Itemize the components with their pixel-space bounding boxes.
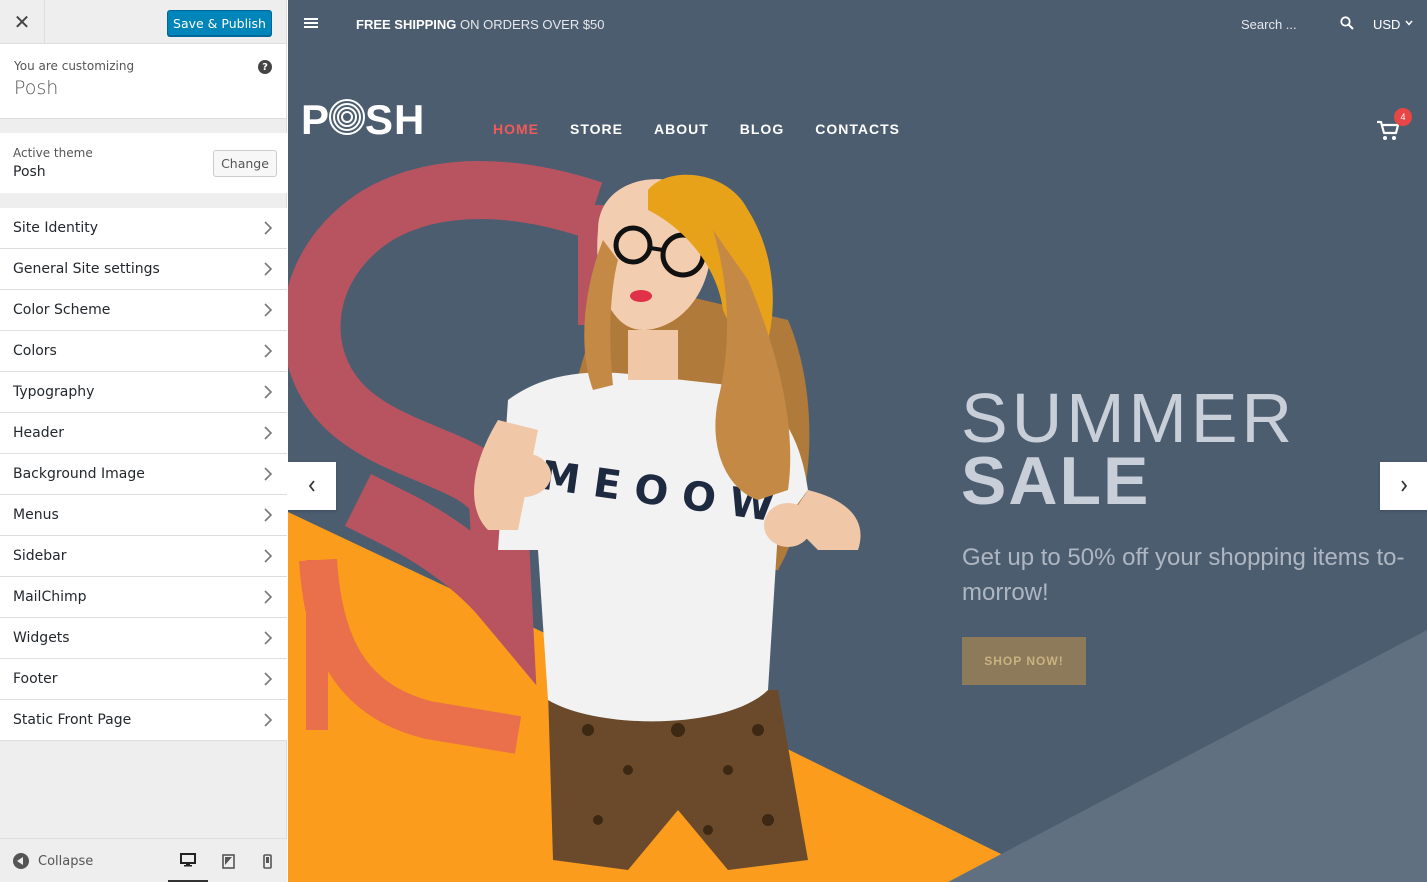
menu-item-label: Widgets [13, 630, 70, 646]
menu-item-typography[interactable]: Typography [0, 372, 287, 413]
tablet-icon [221, 853, 235, 869]
slider-prev-button[interactable] [288, 462, 336, 510]
svg-text:SH: SH [365, 96, 425, 140]
menu-item-label: Color Scheme [13, 302, 111, 318]
customizer-sidebar: ✕ Save & Publish You are customizing Pos… [0, 0, 287, 882]
customizer-menu: Site Identity General Site settings Colo… [0, 208, 287, 741]
chevron-right-icon [264, 221, 273, 235]
menu-item-label: Menus [13, 507, 59, 523]
active-theme-panel: Active theme Posh Change [0, 133, 287, 193]
collapse-label: Collapse [38, 853, 94, 869]
menu-item-color-scheme[interactable]: Color Scheme [0, 290, 287, 331]
nav-contacts[interactable]: CONTACTS [815, 121, 900, 137]
main-nav: HOME STORE ABOUT BLOG CONTACTS [493, 121, 931, 137]
nav-home[interactable]: HOME [493, 121, 539, 137]
customizer-header: ✕ Save & Publish [0, 0, 286, 44]
hero-subtitle: Get up to 50% off your shopping items to… [962, 544, 1405, 606]
shipping-rest: ON ORDERS OVER $50 [456, 17, 605, 32]
nav-store[interactable]: STORE [570, 121, 623, 137]
change-theme-button[interactable]: Change [213, 150, 277, 177]
nav-about[interactable]: ABOUT [654, 121, 709, 137]
chevron-right-icon [264, 508, 273, 522]
tablet-preview-button[interactable] [208, 839, 248, 882]
hamburger-menu-icon[interactable] [304, 17, 318, 29]
menu-item-mailchimp[interactable]: MailChimp [0, 577, 287, 618]
menu-item-static-front-page[interactable]: Static Front Page [0, 700, 287, 741]
chevron-right-icon [264, 672, 273, 686]
menu-item-label: Header [13, 425, 64, 441]
desktop-preview-button[interactable] [168, 839, 208, 882]
chevron-right-icon [264, 467, 273, 481]
chevron-right-icon [264, 549, 273, 563]
chevron-right-icon [1401, 480, 1408, 492]
chevron-right-icon [264, 426, 273, 440]
svg-text:P: P [301, 96, 330, 140]
chevron-right-icon [264, 385, 273, 399]
menu-item-label: Sidebar [13, 548, 67, 564]
top-bar: FREE SHIPPING ON ORDERS OVER $50 Search … [288, 0, 1427, 50]
menu-item-background-image[interactable]: Background Image [0, 454, 287, 495]
menu-item-site-identity[interactable]: Site Identity [0, 208, 287, 249]
customizing-info: You are customizing Posh ? [0, 44, 286, 119]
menu-item-general-site-settings[interactable]: General Site settings [0, 249, 287, 290]
chevron-down-icon [1405, 20, 1413, 26]
menu-item-menus[interactable]: Menus [0, 495, 287, 536]
menu-item-colors[interactable]: Colors [0, 331, 287, 372]
mobile-icon [262, 853, 272, 869]
help-icon[interactable]: ? [258, 60, 272, 74]
chevron-right-icon [264, 262, 273, 276]
menu-item-label: Background Image [13, 466, 145, 482]
chevron-right-icon [264, 713, 273, 727]
shipping-bold: FREE SHIPPING [356, 17, 457, 32]
cart-count-badge: 4 [1394, 108, 1412, 126]
menu-item-label: General Site settings [13, 261, 160, 277]
nav-blog[interactable]: BLOG [740, 121, 784, 137]
site-logo[interactable]: P SH [301, 96, 433, 140]
customizing-label: You are customizing [14, 59, 135, 73]
chevron-right-icon [264, 590, 273, 604]
close-icon[interactable]: ✕ [0, 0, 45, 44]
search-icon[interactable] [1340, 16, 1354, 30]
site-preview: FREE SHIPPING ON ORDERS OVER $50 Search … [288, 0, 1427, 882]
menu-item-header[interactable]: Header [0, 413, 287, 454]
shop-now-button[interactable]: SHOP NOW! [962, 637, 1086, 685]
menu-item-label: Site Identity [13, 220, 98, 236]
collapse-button[interactable]: Collapse [13, 853, 93, 869]
posh-logo: P SH [301, 96, 425, 140]
menu-item-label: MailChimp [13, 589, 87, 605]
chevron-left-icon [308, 480, 315, 492]
menu-item-label: Typography [13, 384, 95, 400]
hero-model-image: MEOOW [474, 174, 861, 870]
slider-next-button[interactable] [1380, 462, 1427, 510]
customizer-footer: Collapse [0, 838, 287, 882]
menu-item-label: Static Front Page [13, 712, 132, 728]
menu-item-widgets[interactable]: Widgets [0, 618, 287, 659]
menu-item-footer[interactable]: Footer [0, 659, 287, 700]
desktop-icon [180, 852, 196, 866]
chevron-right-icon [264, 344, 273, 358]
hero-title-line2: SALE [961, 443, 1151, 519]
search-input[interactable]: Search ... [1241, 17, 1297, 32]
menu-item-label: Colors [13, 343, 57, 359]
menu-item-label: Footer [13, 671, 58, 687]
collapse-icon [13, 853, 29, 869]
chevron-right-icon [264, 631, 273, 645]
shipping-banner: FREE SHIPPING ON ORDERS OVER $50 [356, 17, 605, 32]
mobile-preview-button[interactable] [247, 839, 287, 882]
chevron-right-icon [264, 303, 273, 317]
menu-item-sidebar[interactable]: Sidebar [0, 536, 287, 577]
currency-selector[interactable]: USD [1373, 17, 1400, 32]
site-name: Posh [14, 77, 59, 99]
save-publish-button[interactable]: Save & Publish [167, 10, 272, 36]
